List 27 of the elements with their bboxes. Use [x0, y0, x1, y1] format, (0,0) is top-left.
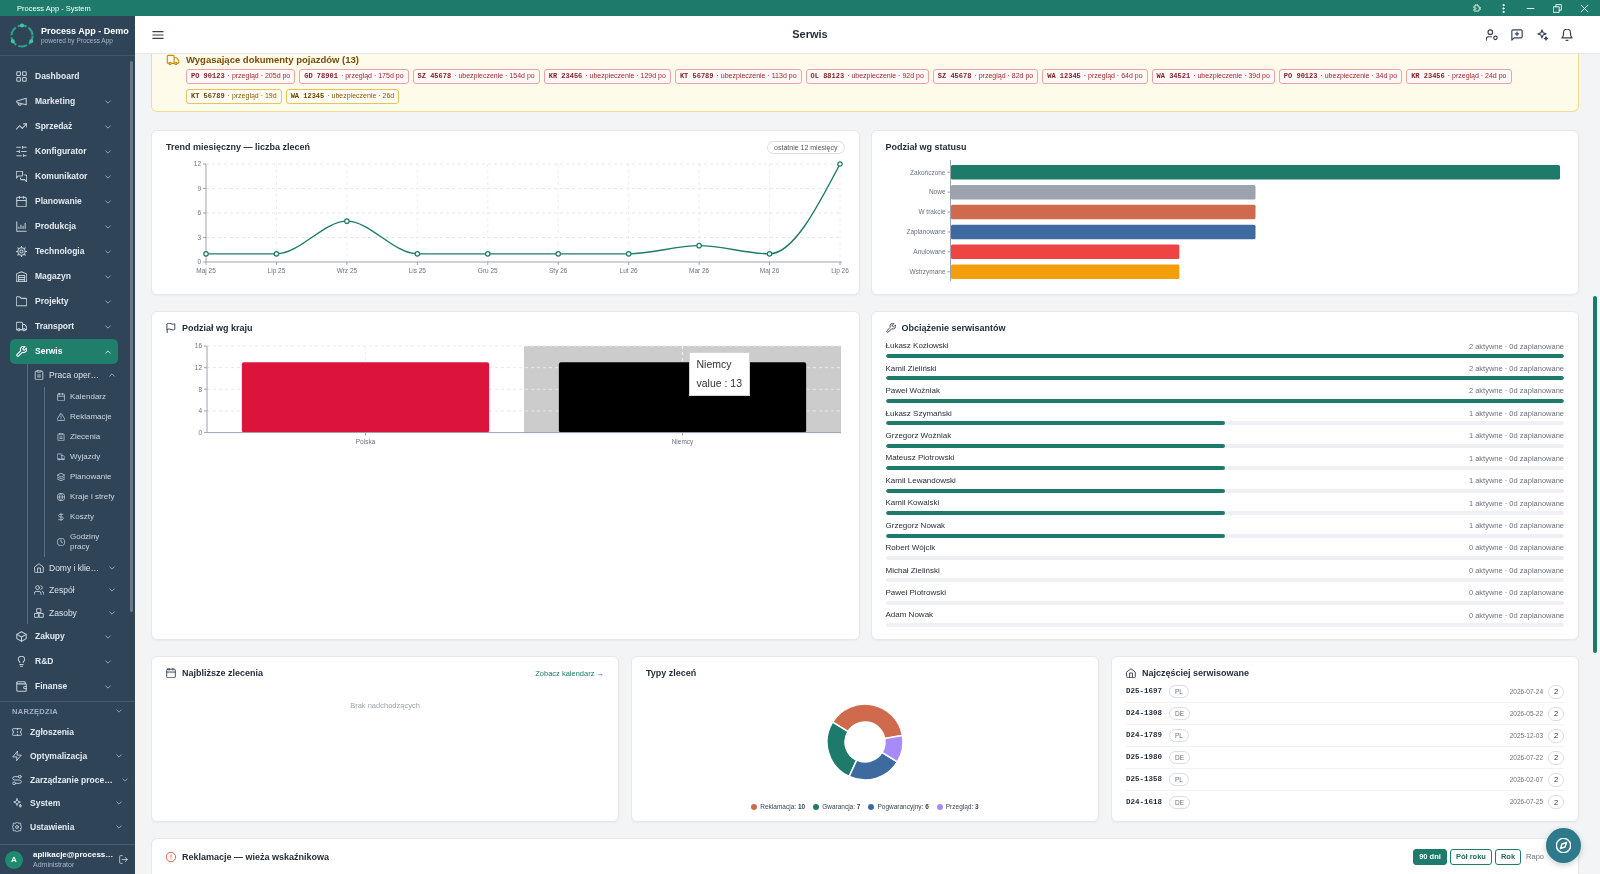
tooltip-value: value : 13 — [696, 376, 743, 391]
technician-name: Kamil Lewandowski — [885, 475, 956, 486]
panel-title: Obciążenie serwisantów — [901, 322, 1006, 334]
technician-name: Kamil Zieliński — [885, 363, 937, 374]
technician-name: Adam Nowak — [885, 610, 934, 621]
technician-name: Grzegorz Woźniak — [885, 430, 952, 441]
technician-name: Michał Zieliński — [885, 565, 940, 576]
technician-name: Paweł Piotrowski — [885, 588, 946, 598]
page-title: Serwis — [791, 27, 829, 42]
technician-name: Łukasz Kozłowski — [885, 341, 949, 351]
panel-title: Podział wg kraju — [182, 322, 253, 334]
avatar: A — [5, 850, 23, 869]
tooltip-title: Niemcy — [696, 357, 733, 372]
brand-name: Process App - Demo — [41, 26, 129, 37]
panel-title: Wygasające dokumenty pojazdów (13) — [186, 54, 359, 66]
technician-name: Paweł Woźniak — [885, 386, 941, 396]
panel-title: Najbliższe zlecenia — [182, 667, 264, 679]
technician-name: Łukasz Szymański — [885, 408, 952, 419]
technician-name: Kamil Kowalski — [885, 498, 940, 508]
panel-title: Typy zleceń — [646, 667, 697, 679]
technician-name: Grzegorz Nowak — [885, 520, 946, 531]
panel-title: Reklamacje — wieża wskaźnikowa — [182, 851, 330, 863]
panel-title: Najczęściej serwisowane — [1142, 667, 1250, 679]
technician-name: Robert Wójcik — [885, 543, 936, 553]
technician-name: Mateusz Piotrowski — [885, 453, 955, 463]
panel-title: Podział wg statusu — [885, 141, 967, 153]
panel-title: Trend miesięczny — liczba zleceń — [166, 141, 311, 153]
